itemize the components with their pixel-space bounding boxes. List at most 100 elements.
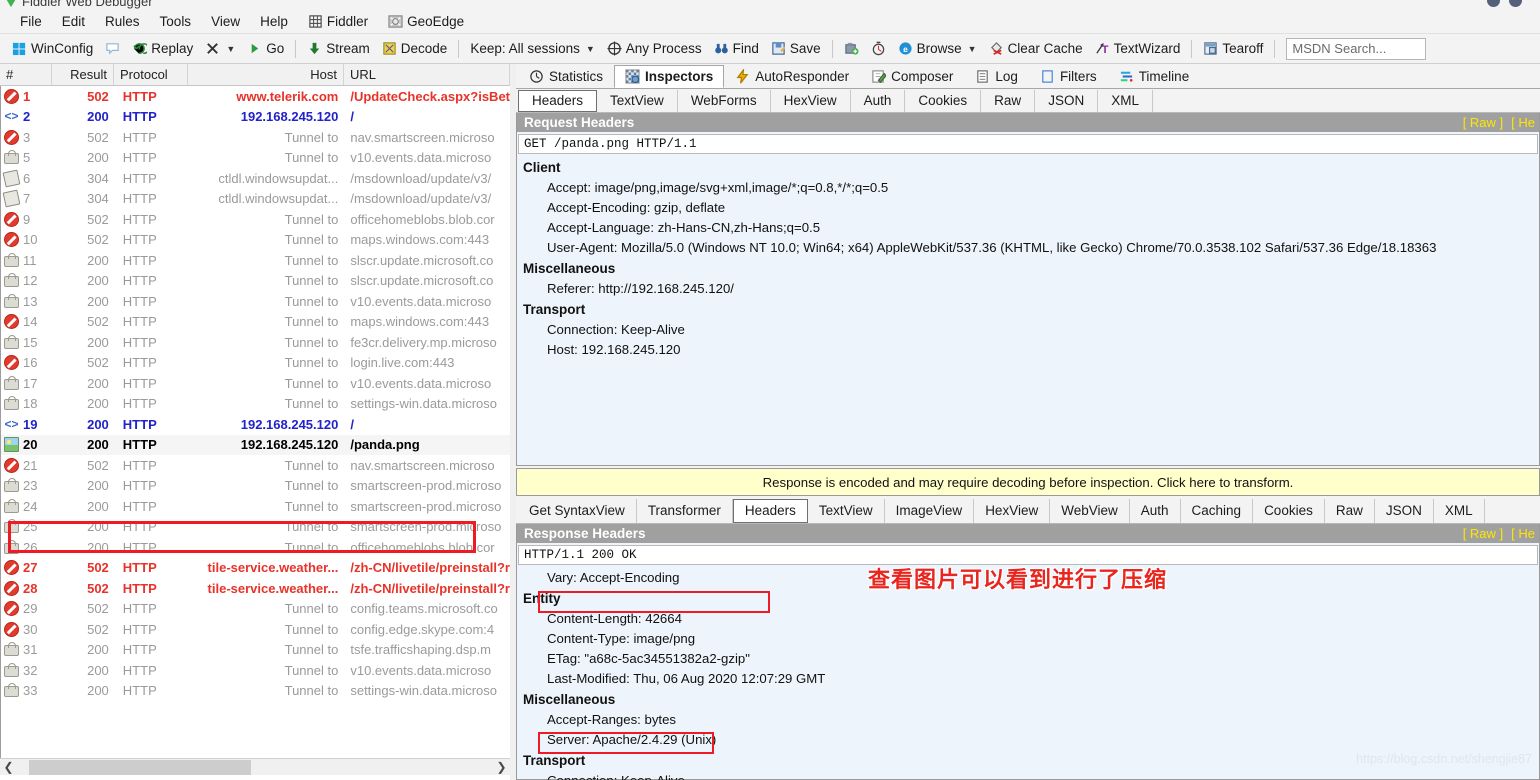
tab-json[interactable]: JSON bbox=[1035, 89, 1099, 112]
session-row[interactable]: 5 200 HTTP Tunnel to v10.events.data.microso bbox=[1, 148, 510, 169]
chevron-down-icon[interactable]: ▼ bbox=[586, 44, 595, 54]
toolbar-decode[interactable]: Decode bbox=[376, 39, 454, 58]
session-row[interactable]: 32 200 HTTP Tunnel to v10.events.data.micros… bbox=[1, 660, 510, 681]
tab-json[interactable]: JSON bbox=[1375, 498, 1434, 523]
toolbar-replay[interactable]: Replay bbox=[126, 39, 199, 58]
tab-caching[interactable]: Caching bbox=[1181, 498, 1254, 523]
session-row[interactable]: 18 200 HTTP Tunnel to settings-win.data.micr… bbox=[1, 394, 510, 415]
sessions-horizontal-scrollbar[interactable]: ❮ ❯ bbox=[0, 758, 510, 775]
session-row[interactable]: 31 200 HTTP Tunnel to tsfe.trafficshaping.ds… bbox=[1, 640, 510, 661]
tab-composer[interactable]: Composer bbox=[860, 65, 964, 88]
scroll-left-icon[interactable]: ❮ bbox=[0, 759, 17, 776]
session-row[interactable]: 33 200 HTTP Tunnel to settings-win.data.micr… bbox=[1, 681, 510, 702]
toolbar-remove-x-icon[interactable]: ▼ bbox=[199, 39, 241, 58]
session-row[interactable]: <> 19 200 HTTP 192.168.245.120 / bbox=[1, 414, 510, 435]
tab-filters[interactable]: Filters bbox=[1029, 65, 1108, 88]
tab-log[interactable]: Log bbox=[964, 65, 1029, 88]
toolbar-timer-icon[interactable] bbox=[865, 39, 892, 58]
toolbar-winconfig[interactable]: WinConfig bbox=[6, 39, 99, 58]
menu-item-rules[interactable]: Rules bbox=[95, 12, 150, 31]
session-row[interactable]: 24 200 HTTP Tunnel to smartscreen-prod.micro… bbox=[1, 496, 510, 517]
toolbar-camera-icon[interactable] bbox=[838, 39, 865, 58]
chevron-down-icon[interactable]: ▼ bbox=[968, 44, 977, 54]
tab-textview[interactable]: TextView bbox=[597, 89, 678, 112]
request-raw-links[interactable]: [ Raw ] [ He bbox=[1463, 113, 1535, 132]
session-row[interactable]: 21 502 HTTP Tunnel to nav.smartscreen.micros… bbox=[1, 455, 510, 476]
toolbar-tearoff[interactable]: Tearoff bbox=[1197, 39, 1269, 58]
response-raw-links[interactable]: [ Raw ] [ He bbox=[1463, 524, 1535, 543]
session-row[interactable]: 26 200 HTTP Tunnel to officehomeblobs.blob.c… bbox=[1, 537, 510, 558]
menu-item-fiddler[interactable]: Fiddler bbox=[298, 12, 378, 31]
session-row[interactable]: 23 200 HTTP Tunnel to smartscreen-prod.micro… bbox=[1, 476, 510, 497]
session-row[interactable]: 25 200 HTTP Tunnel to smartscreen-prod.micro… bbox=[1, 517, 510, 538]
menu-item-tools[interactable]: Tools bbox=[150, 12, 202, 31]
session-row[interactable]: 13 200 HTTP Tunnel to v10.events.data.micros… bbox=[1, 291, 510, 312]
encoded-response-notice[interactable]: Response is encoded and may require deco… bbox=[516, 468, 1540, 496]
tab-hexview[interactable]: HexView bbox=[771, 89, 851, 112]
tab-webforms[interactable]: WebForms bbox=[678, 89, 771, 112]
tab-statistics[interactable]: Statistics bbox=[518, 65, 614, 88]
session-row[interactable]: 11 200 HTTP Tunnel to slscr.update.microsoft… bbox=[1, 250, 510, 271]
session-row[interactable]: 10 502 HTTP Tunnel to maps.windows.com:443 bbox=[1, 230, 510, 251]
tab-autoresponder[interactable]: AutoResponder bbox=[724, 65, 860, 88]
toolbar-clear-cache[interactable]: Clear Cache bbox=[983, 39, 1089, 58]
session-row[interactable]: 30 502 HTTP Tunnel to config.edge.skype.com:… bbox=[1, 619, 510, 640]
tab-cookies[interactable]: Cookies bbox=[905, 89, 982, 112]
column-header-url[interactable]: URL bbox=[344, 64, 510, 85]
session-row[interactable]: 27 502 HTTP tile-service.weather... /zh-CN/l… bbox=[1, 558, 510, 579]
menu-item-edit[interactable]: Edit bbox=[52, 12, 95, 31]
sessions-list[interactable]: 1 502 HTTP www.telerik.com/UpdateCheck.aspx… bbox=[0, 86, 510, 758]
column-header-result[interactable]: Result bbox=[52, 64, 114, 85]
response-header-link[interactable]: [ He bbox=[1511, 526, 1535, 541]
tab-webview[interactable]: WebView bbox=[1050, 498, 1130, 523]
column-header-host[interactable]: Host bbox=[188, 64, 344, 85]
toolbar-save[interactable]: Save bbox=[765, 39, 827, 58]
column-header-num[interactable]: # bbox=[0, 64, 52, 85]
window-controls[interactable] bbox=[1478, 0, 1522, 8]
session-row[interactable]: 7 304 HTTP ctldl.windowsupdat... /msdownload… bbox=[1, 189, 510, 210]
session-row[interactable]: <> 2 200 HTTP 192.168.245.120 / bbox=[1, 107, 510, 128]
tab-auth[interactable]: Auth bbox=[851, 89, 906, 112]
session-row[interactable]: 29 502 HTTP Tunnel to config.teams.microsoft… bbox=[1, 599, 510, 620]
tab-cookies[interactable]: Cookies bbox=[1253, 498, 1325, 523]
request-header-link[interactable]: [ He bbox=[1511, 115, 1535, 130]
tab-transformer[interactable]: Transformer bbox=[637, 498, 733, 523]
session-row[interactable]: 28 502 HTTP tile-service.weather... /zh-CN/l… bbox=[1, 578, 510, 599]
session-row[interactable]: 15 200 HTTP Tunnel to fe3cr.delivery.mp.micr… bbox=[1, 332, 510, 353]
tab-hexview[interactable]: HexView bbox=[974, 498, 1051, 523]
tab-xml[interactable]: XML bbox=[1098, 89, 1153, 112]
menu-item-file[interactable]: File bbox=[10, 12, 52, 31]
menu-item-help[interactable]: Help bbox=[250, 12, 298, 31]
session-row[interactable]: 3 502 HTTP Tunnel to nav.smartscreen.microso bbox=[1, 127, 510, 148]
toolbar-textwizard[interactable]: T TextWizard bbox=[1089, 39, 1187, 58]
toolbar-any-process[interactable]: Any Process bbox=[601, 39, 708, 58]
session-row[interactable]: 20 200 HTTP 192.168.245.120/panda.png bbox=[1, 434, 510, 455]
menu-item-view[interactable]: View bbox=[201, 12, 250, 31]
tab-timeline[interactable]: Timeline bbox=[1108, 65, 1201, 88]
request-raw-link[interactable]: [ Raw ] bbox=[1463, 115, 1503, 130]
msdn-search-input[interactable]: MSDN Search... bbox=[1286, 37, 1427, 60]
tab-xml[interactable]: XML bbox=[1434, 498, 1485, 523]
session-row[interactable]: 6 304 HTTP ctldl.windowsupdat... /msdownload… bbox=[1, 168, 510, 189]
menu-item-geoedge[interactable]: GeoEdge bbox=[378, 12, 474, 31]
toolbar-browse[interactable]: e Browse ▼ bbox=[892, 39, 983, 58]
sessions-column-header[interactable]: # Result Protocol Host URL bbox=[0, 64, 510, 86]
session-row[interactable]: 14 502 HTTP Tunnel to maps.windows.com:443 bbox=[1, 312, 510, 333]
tab-headers[interactable]: Headers bbox=[518, 89, 598, 112]
scroll-thumb[interactable] bbox=[29, 759, 251, 775]
tab-auth[interactable]: Auth bbox=[1130, 498, 1181, 523]
tab-get-syntaxview[interactable]: Get SyntaxView bbox=[518, 498, 637, 523]
session-row[interactable]: 12 200 HTTP Tunnel to slscr.update.microsoft… bbox=[1, 271, 510, 292]
chevron-down-icon[interactable]: ▼ bbox=[226, 44, 235, 54]
session-row[interactable]: 9 502 HTTP Tunnel to officehomeblobs.blob.co… bbox=[1, 209, 510, 230]
tab-inspectors[interactable]: Inspectors bbox=[614, 65, 725, 88]
scroll-right-icon[interactable]: ❯ bbox=[493, 759, 510, 776]
response-raw-link[interactable]: [ Raw ] bbox=[1463, 526, 1503, 541]
tab-imageview[interactable]: ImageView bbox=[885, 498, 975, 523]
session-row[interactable]: 17 200 HTTP Tunnel to v10.events.data.micros… bbox=[1, 373, 510, 394]
tab-textview[interactable]: TextView bbox=[808, 498, 885, 523]
tab-headers[interactable]: Headers bbox=[732, 498, 808, 523]
toolbar-go[interactable]: Go bbox=[241, 39, 290, 58]
session-row[interactable]: 1 502 HTTP www.telerik.com/UpdateCheck.aspx… bbox=[1, 86, 510, 107]
column-header-protocol[interactable]: Protocol bbox=[114, 64, 188, 85]
